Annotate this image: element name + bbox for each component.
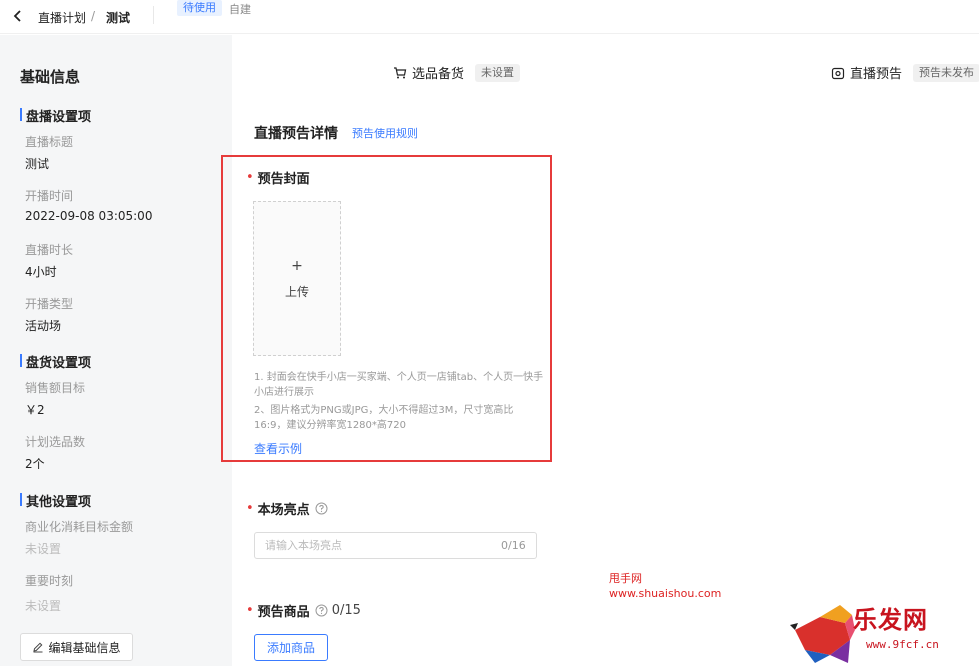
field-label-title: 直播标题 [25,135,74,149]
tab-selection-label: 选品备货 [412,67,465,82]
basic-info-title: 基础信息 [20,68,81,86]
edit-basic-info-label: 编辑基础信息 [48,640,121,655]
products-counter: 0/15 [331,603,361,618]
required-mark: • [246,603,254,618]
cover-hint-1: 1. 封面会在快手小店一买家端、个人页一店铺tab、个人页一快手小店进行展示 [254,372,544,398]
pencil-icon [33,642,43,653]
top-bar: 直播计划 / 测试 待使用 自建 [0,0,979,34]
field-label-type: 开播类型 [25,297,74,311]
products-field-title: • 预告商品 0/15 [246,601,361,620]
highlights-field-title: • 本场亮点 [246,499,328,518]
tab-selection[interactable]: 选品备货 未设置 [393,63,521,82]
preview-panel [685,47,979,666]
logo-url: www.9fcf.cn [866,638,939,651]
highlights-input[interactable] [254,532,537,559]
section-heading-other: 其他设置项 [20,491,91,510]
source-tag: 自建 [229,3,251,16]
tab-selection-status: 未设置 [475,63,521,82]
field-label-start-time: 开播时间 [25,189,74,203]
field-value-duration: 4小时 [25,265,57,279]
edit-basic-info-button[interactable]: 编辑基础信息 [20,633,133,661]
tab-preview-status: 预告未发布 [913,63,979,82]
field-label-key-moments: 重要时刻 [25,574,74,588]
cover-field-title: • 预告封面 [246,168,310,187]
upload-label: 上传 [284,285,309,299]
field-label-ad-spend: 商业化消耗目标金额 [25,520,134,534]
breadcrumb-current: 测试 [106,11,131,25]
field-label-duration: 直播时长 [25,243,74,257]
camera-icon [831,67,845,79]
watermark-line-1: 甩手网 [609,572,642,585]
field-value-start-time: 2022-09-08 03:05:00 [25,209,153,223]
tab-preview[interactable]: 直播预告 预告未发布 [831,63,979,82]
question-circle-icon[interactable] [315,604,328,617]
tab-preview-label: 直播预告 [850,67,903,82]
required-mark: • [246,501,254,516]
plus-icon: + [291,258,303,274]
highlights-counter: 0/16 [501,539,526,552]
section-heading-broadcast: 盘播设置项 [20,106,91,125]
basic-info-panel: 基础信息 盘播设置项 直播标题 测试 开播时间 2022-09-08 03:05… [0,35,232,666]
cover-upload-area[interactable]: + 上传 [253,201,341,356]
field-value-sales-target: ￥2 [25,403,45,417]
breadcrumb-separator: / [91,9,96,23]
view-example-link[interactable]: 查看示例 [254,440,302,457]
cover-hint-2: 2、图片格式为PNG或JPG，大小不得超过3M，尺寸宽高比16:9，建议分辨率宽… [254,405,514,431]
products-label: 预告商品 [257,605,310,620]
field-label-sales-target: 销售额目标 [25,381,86,395]
question-circle-icon[interactable] [315,502,328,515]
field-value-ad-spend: 未设置 [25,542,62,556]
add-product-button[interactable]: 添加商品 [254,634,328,661]
field-value-type: 活动场 [25,319,62,333]
divider [153,6,154,24]
field-value-product-count: 2个 [25,457,45,471]
field-label-product-count: 计划选品数 [25,435,86,449]
watermark-line-2: www.shuaishou.com [609,587,722,600]
breadcrumb-plan[interactable]: 直播计划 [38,9,86,26]
cover-label: 预告封面 [257,172,310,187]
field-value-key-moments: 未设置 [25,599,62,613]
required-mark: • [246,170,254,185]
section-heading-goods: 盘货设置项 [20,352,91,371]
highlights-label: 本场亮点 [257,503,310,518]
status-badge: 待使用 [177,0,222,16]
card-title: 直播预告详情 [254,126,338,142]
chevron-left-icon[interactable] [10,8,26,24]
logo-text: 乐发网 [853,605,928,634]
cart-icon [394,66,407,78]
rule-link[interactable]: 预告使用规则 [352,125,418,141]
field-value-title: 测试 [25,157,50,171]
